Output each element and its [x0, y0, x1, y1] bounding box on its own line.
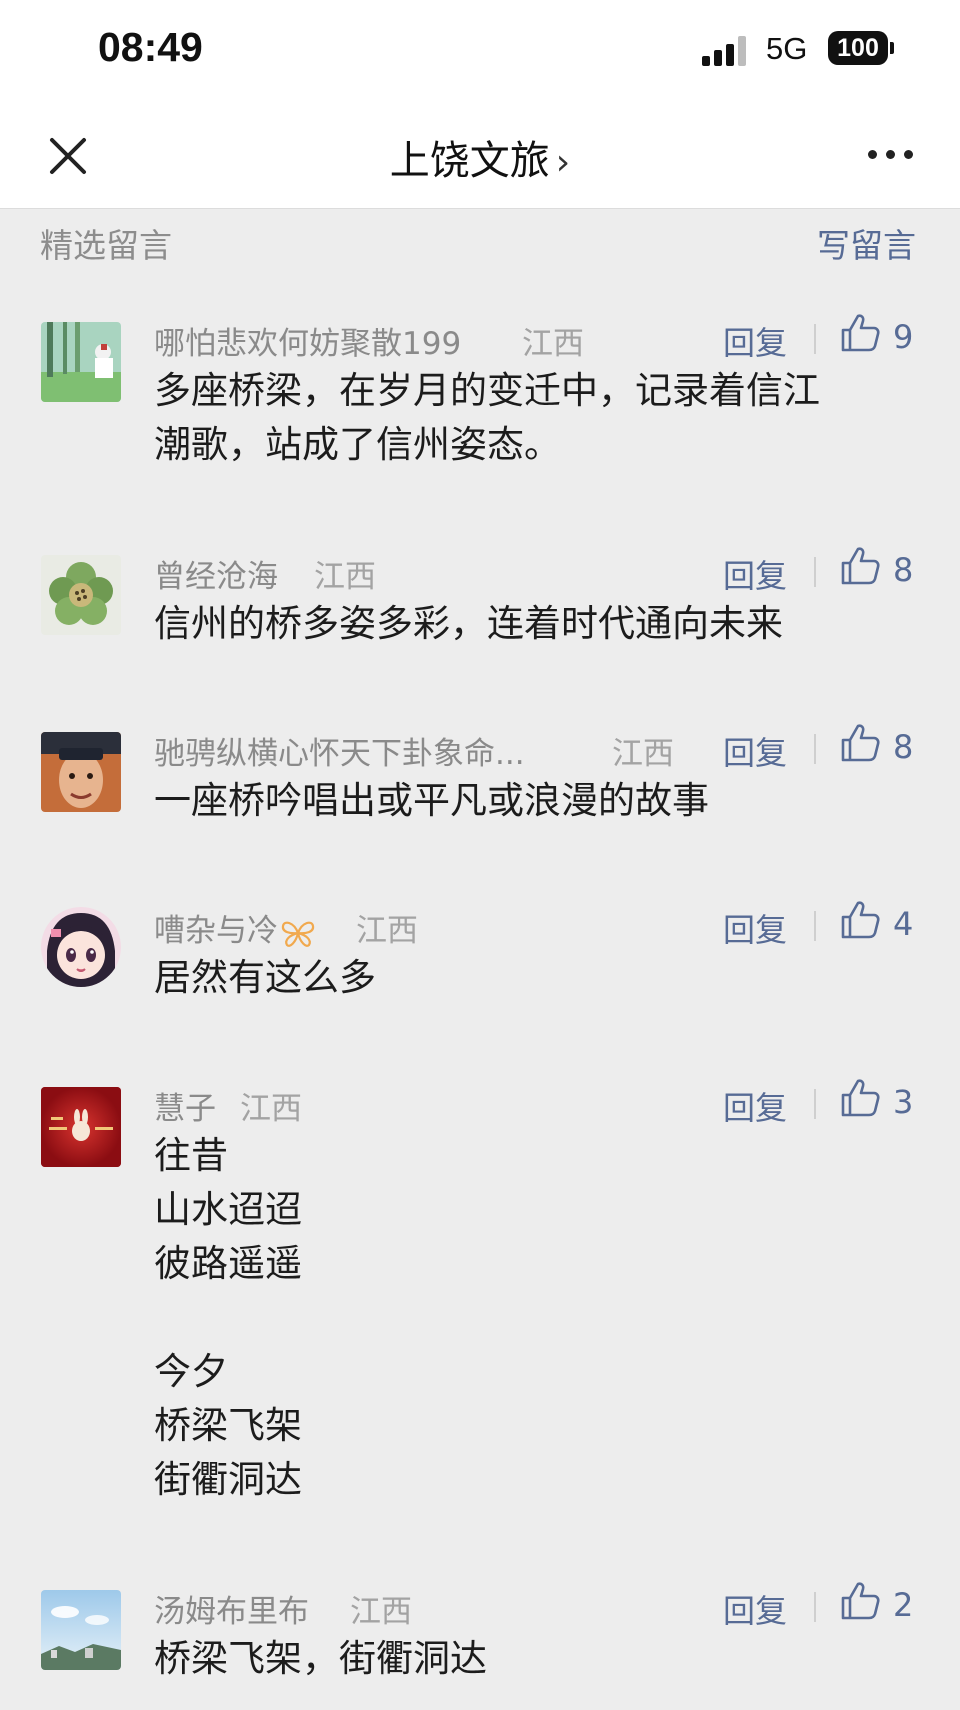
thumbs-up-icon[interactable] [839, 545, 881, 587]
username[interactable]: 哪怕悲欢何妨聚散199 [154, 318, 461, 363]
comment-text: 居然有这么多 [154, 956, 376, 999]
region-label: 江西 [240, 1091, 302, 1127]
region-label: 江西 [522, 326, 584, 362]
butterfly-icon [281, 921, 315, 947]
battery-icon: 100 [828, 31, 888, 65]
like-count: 3 [893, 1083, 914, 1121]
like-count: 9 [893, 318, 914, 356]
username[interactable]: 慧子 [154, 1083, 216, 1128]
divider [814, 734, 816, 764]
sky-avatar[interactable] [41, 1590, 121, 1670]
thumbs-up-icon[interactable] [839, 312, 881, 354]
reply-button[interactable]: 回复 [723, 318, 787, 364]
anime-girl-avatar[interactable] [41, 907, 121, 987]
reply-button[interactable]: 回复 [723, 728, 787, 774]
like-count: 2 [893, 1586, 914, 1624]
comment-text: 多座桥梁，在岁月的变迁中，记录着信江 潮歌，站成了信州姿态。 [154, 369, 820, 466]
section-title: 精选留言 [40, 226, 172, 265]
username-text: 嘈杂与冷 [154, 913, 278, 949]
network-label: 5G [766, 31, 808, 66]
thumbs-up-icon[interactable] [839, 1077, 881, 1119]
write-comment-button[interactable]: 写留言 [817, 219, 916, 267]
thumbs-up-icon[interactable] [839, 722, 881, 764]
username[interactable]: 汤姆布里布 [154, 1586, 309, 1631]
reply-button[interactable]: 回复 [723, 1586, 787, 1632]
comment-text: 一座桥吟唱出或平凡或浪漫的故事 [154, 779, 709, 822]
username[interactable]: 驰骋纵横心怀天下卦象命... [154, 728, 525, 773]
username[interactable]: 曾经沧海 [154, 551, 278, 596]
reply-button[interactable]: 回复 [723, 905, 787, 951]
divider [814, 911, 816, 941]
divider [814, 324, 816, 354]
reply-button[interactable]: 回复 [723, 551, 787, 597]
page-title: 上饶文旅 [389, 138, 550, 184]
forest-avatar[interactable] [41, 322, 121, 402]
thumbs-up-icon[interactable] [839, 899, 881, 941]
more-icon[interactable] [866, 146, 916, 162]
divider [814, 557, 816, 587]
status-bar: 08:49 5G 100 [0, 0, 960, 100]
red-rabbit-avatar[interactable] [41, 1087, 121, 1167]
region-label: 江西 [314, 559, 376, 595]
region-label: 江西 [356, 913, 418, 949]
reply-button[interactable]: 回复 [723, 1083, 787, 1129]
like-count: 8 [893, 728, 914, 766]
like-count: 4 [893, 905, 914, 943]
comment-text: 往昔 山水迢迢 彼路遥遥 今夕 桥梁飞架 街衢洞达 [154, 1134, 302, 1501]
username[interactable]: 嘈杂与冷 [154, 905, 322, 950]
account-title[interactable]: 上饶文旅 › [0, 128, 960, 186]
comment-text: 桥梁飞架，街衢洞达 [154, 1637, 487, 1680]
flower-avatar[interactable] [41, 555, 121, 635]
comment-text: 信州的桥多姿多彩，连着时代通向未来 [154, 602, 783, 645]
status-time: 08:49 [98, 24, 203, 70]
signal-icon [702, 34, 750, 66]
divider [814, 1592, 816, 1622]
region-label: 江西 [612, 736, 674, 772]
battery-nub [890, 42, 894, 54]
man-avatar[interactable] [41, 732, 121, 812]
chevron-right-icon: › [555, 142, 571, 183]
divider [814, 1089, 816, 1119]
thumbs-up-icon[interactable] [839, 1580, 881, 1622]
like-count: 8 [893, 551, 914, 589]
nav-bar: 上饶文旅 › [0, 100, 960, 209]
region-label: 江西 [350, 1594, 412, 1630]
